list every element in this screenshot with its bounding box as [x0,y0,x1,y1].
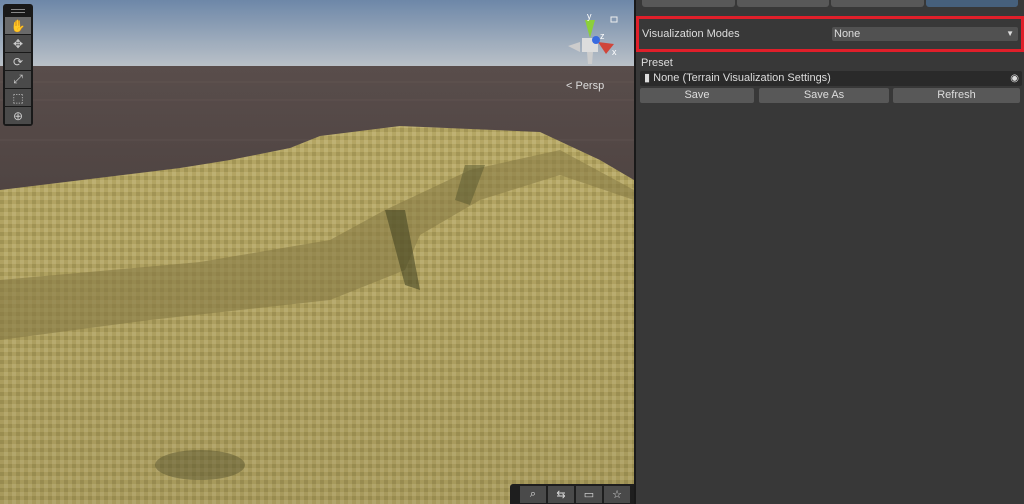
visualization-modes-dropdown[interactable]: None ▼ [832,27,1018,41]
rotate-tool-button[interactable]: ⟳ [5,53,31,70]
object-picker-icon[interactable]: ◉ [1010,71,1019,86]
rotate-icon: ⟳ [12,54,24,69]
projection-toggle[interactable]: < Persp [566,80,604,92]
rect-tool-button[interactable]: ⬚ [5,89,31,106]
refresh-button[interactable]: Refresh [893,88,1020,103]
gizmo-x-label: x [612,47,617,57]
hand-tool-button[interactable]: ✋ [5,17,31,34]
camera-orbit-icon: ⇆ [556,488,566,501]
move-tool-button[interactable]: ✥ [5,35,31,52]
star-icon: ☆ [612,488,622,501]
gizmo-y-label: y [587,11,592,21]
hand-icon: ✋ [10,18,26,33]
camera-button[interactable]: ▭ [576,485,602,503]
visualization-modes-label: Visualization Modes [642,28,740,40]
gizmo-z-axis[interactable] [592,36,600,44]
scene-overlay-toolbar: ⌕ ⇆ ▭ ☆ [510,484,634,504]
tab-3[interactable] [831,0,924,7]
preset-object-field[interactable]: ▮ None (Terrain Visualization Settings) … [640,71,1022,86]
transform-tool-button[interactable]: ⊕ [5,107,31,124]
transform-icon: ⊕ [12,108,24,123]
tab-4[interactable] [925,0,1018,7]
tab-2[interactable] [736,0,829,7]
toolbar-drag-handle[interactable] [5,6,31,16]
search-button[interactable]: ⌕ [520,485,546,503]
inspector-panel: Visualization Modes None ▼ Preset ▮ None… [634,0,1024,504]
save-as-button[interactable]: Save As [759,88,889,103]
tools-toolbar: ✋ ✥ ⟳ ⤢ ⬚ ⊕ [3,4,33,126]
orientation-gizmo[interactable]: y z x [560,8,630,78]
rect-icon: ⬚ [12,90,24,105]
file-icon: ▮ [644,72,651,84]
gizmo-y-axis[interactable] [585,20,595,38]
preset-label: Preset [641,57,673,69]
visualization-modes-value: None [834,28,861,40]
camera-icon: ▭ [583,488,595,501]
preset-value: None (Terrain Visualization Settings) [653,72,831,84]
lock-icon[interactable] [610,16,618,23]
chevron-down-icon: ▼ [1006,29,1014,38]
gizmo-z-label: z [600,31,605,41]
search-icon: ⌕ [529,487,537,500]
terrain-viewport [0,0,634,504]
tab-1[interactable] [642,0,735,7]
inspector-tabs [642,0,1018,7]
move-icon: ✥ [12,36,24,51]
scale-tool-button[interactable]: ⤢ [5,71,31,88]
favorite-button[interactable]: ☆ [604,485,630,503]
save-button[interactable]: Save [640,88,754,103]
camera-orbit-button[interactable]: ⇆ [548,485,574,503]
scale-icon: ⤢ [13,72,23,86]
scene-view[interactable]: ✋ ✥ ⟳ ⤢ ⬚ ⊕ y z x < Persp ⌕ ⇆ ▭ ☆ [0,0,634,504]
